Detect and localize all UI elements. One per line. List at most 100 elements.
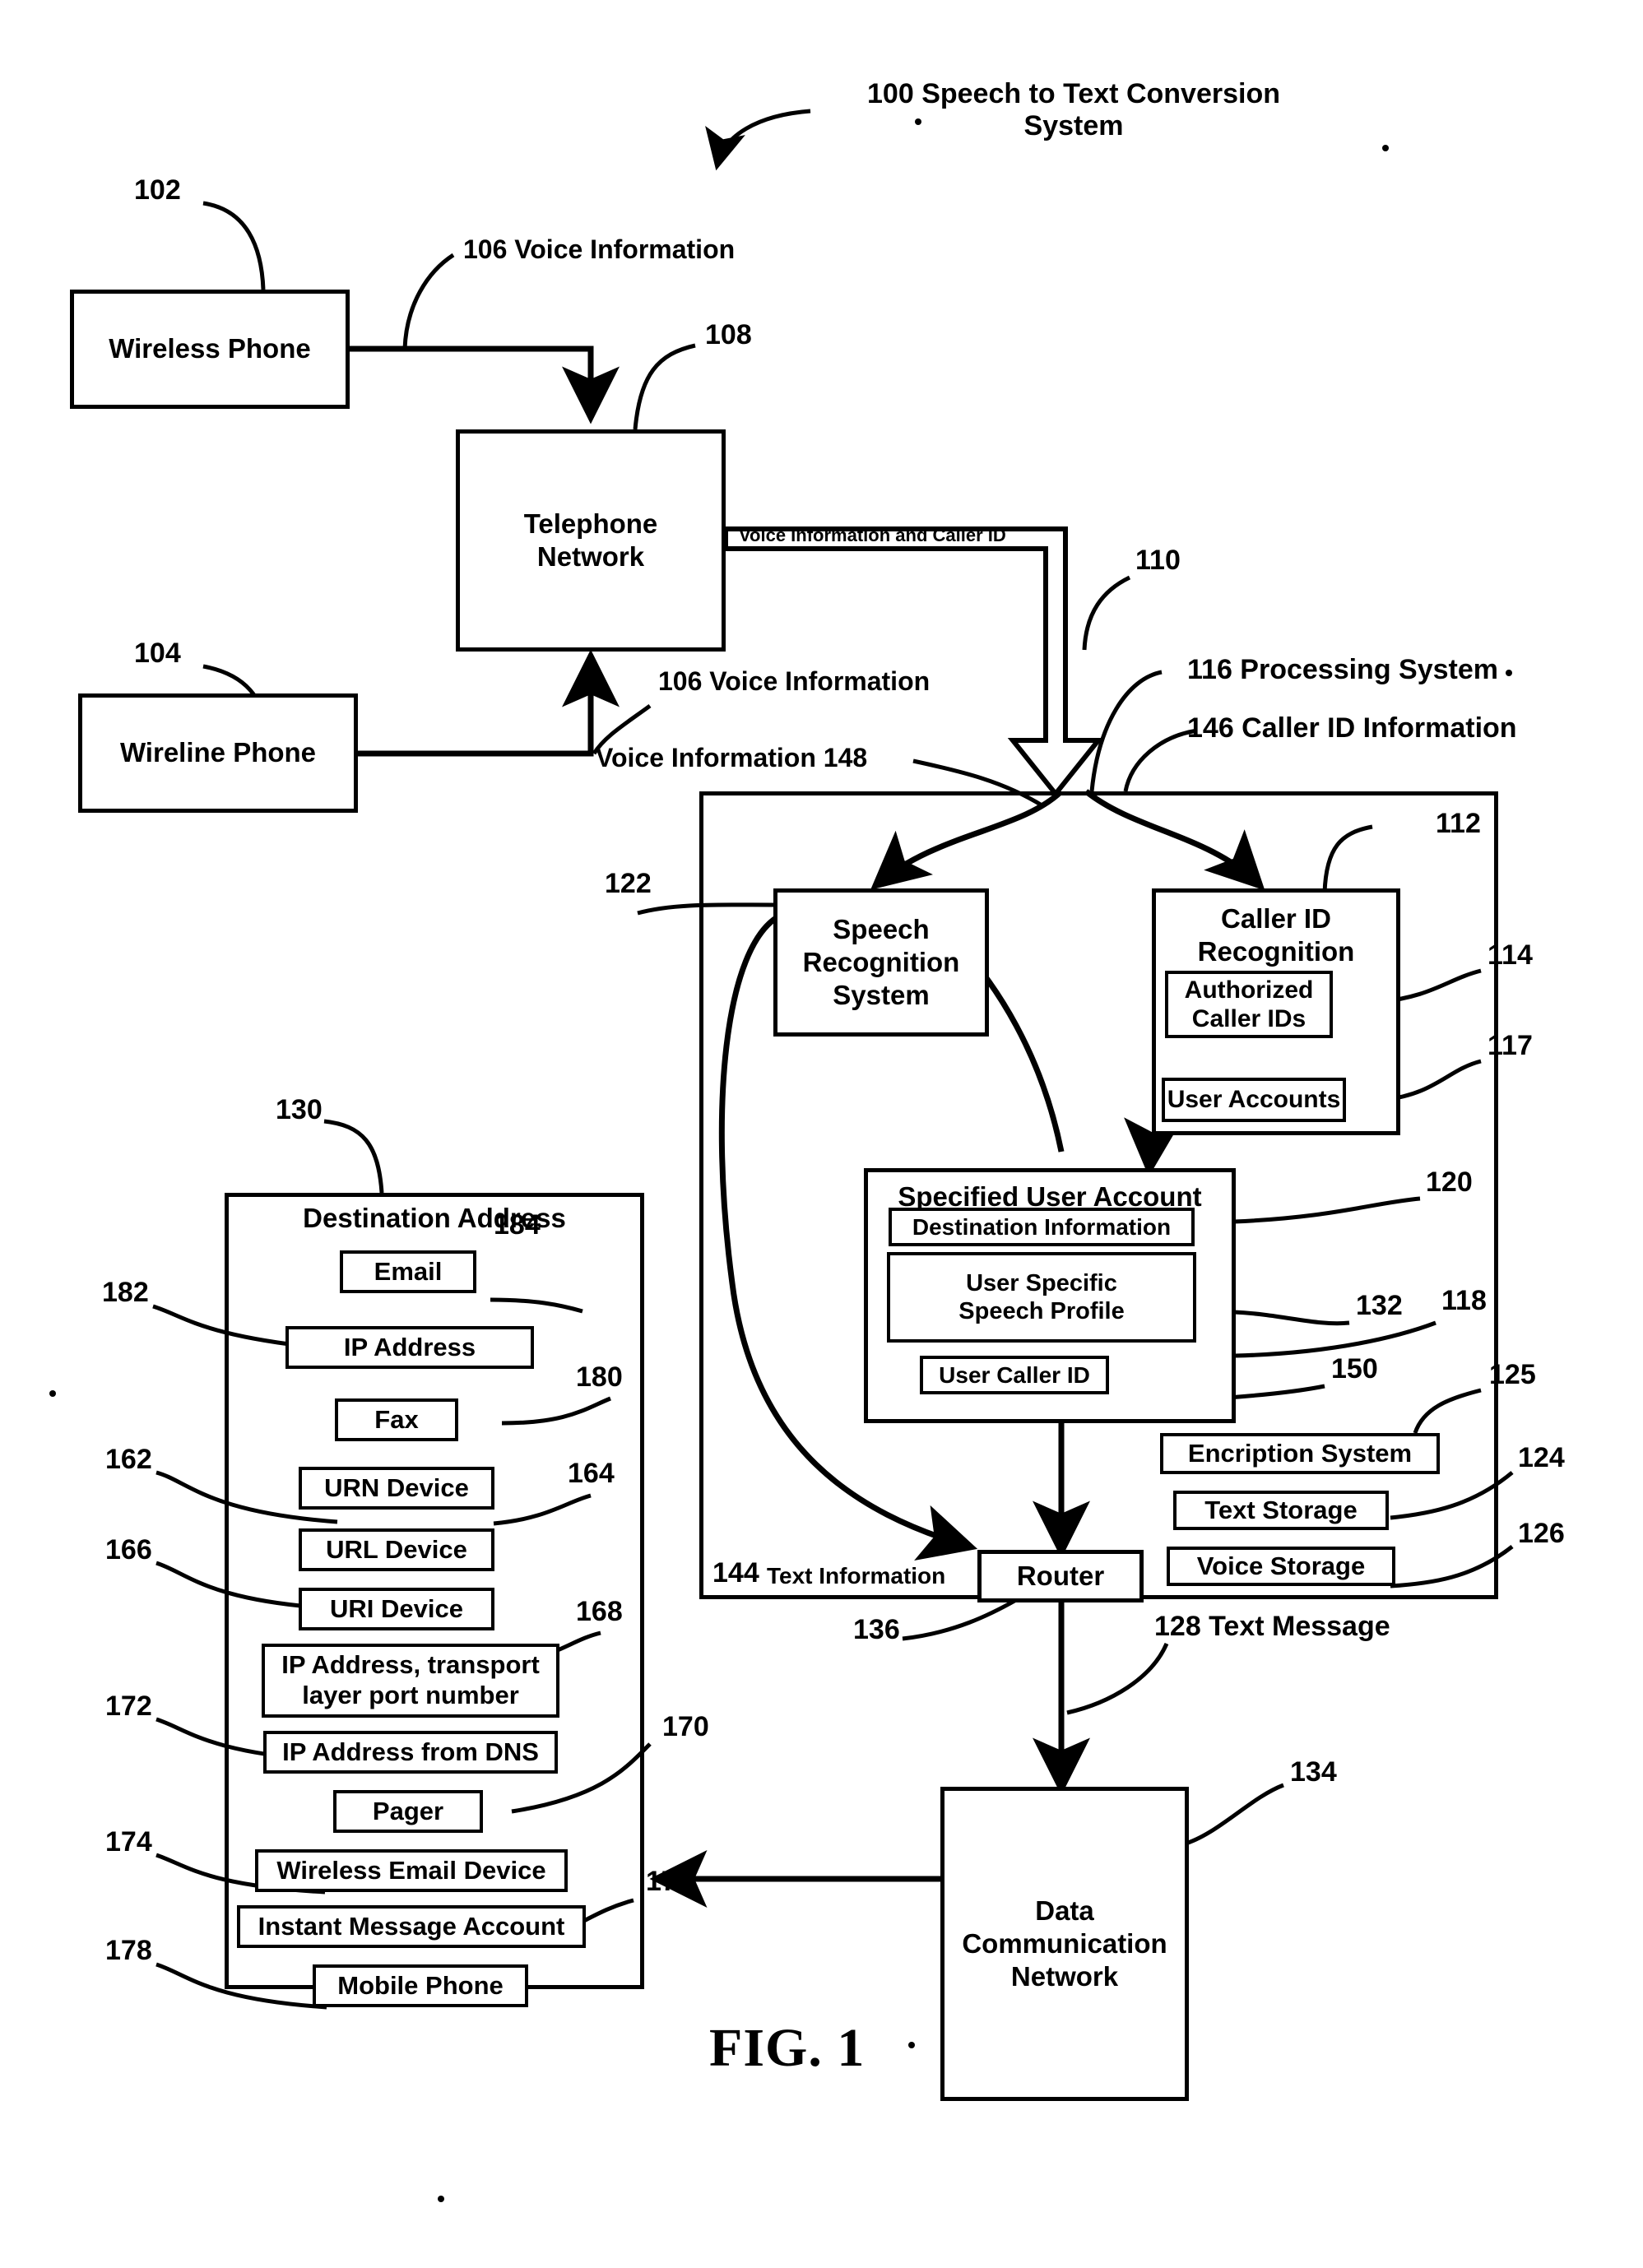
figure-title-line2: System xyxy=(1023,110,1124,141)
destination-item-mobile-phone[interactable]: Mobile Phone xyxy=(313,1964,528,2007)
ref-164: 164 xyxy=(568,1458,615,1489)
ref-170: 170 xyxy=(662,1711,709,1742)
wireline-phone-label: Wireline Phone xyxy=(119,737,317,768)
user-accounts-box[interactable]: User Accounts xyxy=(1162,1078,1346,1122)
ref-162: 162 xyxy=(105,1444,152,1475)
voice-storage-label: Voice Storage xyxy=(1196,1551,1366,1580)
destination-address-title: Destination Address xyxy=(303,1203,566,1233)
destination-item-email[interactable]: Email xyxy=(340,1250,476,1293)
destination-item-transport-line1: IP Address, transport xyxy=(281,1650,540,1680)
destination-item-ip-address-from-dns[interactable]: IP Address from DNS xyxy=(263,1731,558,1774)
caller-id-recognition-line1: Caller ID xyxy=(1221,903,1331,934)
text-storage-box[interactable]: Text Storage xyxy=(1173,1491,1389,1530)
destination-item-fax[interactable]: Fax xyxy=(335,1398,458,1441)
caller-id-recognition-line2: Recognition xyxy=(1197,936,1355,967)
user-accounts-label: User Accounts xyxy=(1167,1086,1341,1114)
ref-104: 104 xyxy=(134,638,181,669)
figure-title: 100 Speech to Text Conversion System xyxy=(819,78,1329,142)
destination-information-label: Destination Information xyxy=(912,1213,1172,1240)
label-voice-info-and-caller-id: Voice Information and Caller ID xyxy=(739,525,1006,545)
ref-184: 184 xyxy=(494,1209,541,1241)
wireless-phone-box[interactable]: Wireless Phone xyxy=(70,290,350,409)
ref-182: 182 xyxy=(102,1277,149,1308)
destination-item-ip-address-label: IP Address xyxy=(343,1332,476,1361)
destination-item-fax-label: Fax xyxy=(374,1404,419,1434)
ref-117: 117 xyxy=(1488,1030,1533,1061)
ref-126: 126 xyxy=(1518,1518,1565,1549)
speech-recognition-line3: System xyxy=(833,980,930,1011)
data-communication-network-line2: Communication xyxy=(962,1927,1167,1959)
label-processing-system-116: 116 Processing System xyxy=(1187,654,1499,685)
patent-figure-page: 100 Speech to Text Conversion System 102… xyxy=(0,0,1643,2268)
destination-item-ip-dns-label: IP Address from DNS xyxy=(282,1737,539,1766)
speech-recognition-line2: Recognition xyxy=(802,946,960,977)
user-specific-speech-profile-line2: Speech Profile xyxy=(958,1298,1125,1324)
ref-166: 166 xyxy=(105,1534,152,1565)
ref-132: 132 xyxy=(1356,1290,1403,1321)
telephone-network-line1: Telephone xyxy=(523,508,658,539)
telephone-network-line2: Network xyxy=(536,541,645,572)
destination-item-pager[interactable]: Pager xyxy=(333,1790,483,1833)
ref-180: 180 xyxy=(576,1361,623,1393)
ref-120: 120 xyxy=(1426,1166,1473,1198)
destination-item-urn-device-label: URN Device xyxy=(324,1473,469,1502)
wireline-phone-box[interactable]: Wireline Phone xyxy=(78,693,358,813)
ref-130: 130 xyxy=(276,1094,323,1125)
data-communication-network-box[interactable]: Data Communication Network xyxy=(940,1787,1189,2101)
ref-178: 178 xyxy=(105,1935,152,1966)
destination-item-pager-label: Pager xyxy=(372,1796,444,1825)
speech-recognition-line1: Speech xyxy=(833,913,930,944)
label-text-message-128: 128 Text Message xyxy=(1154,1611,1390,1642)
encription-system-box[interactable]: Encription System xyxy=(1160,1433,1440,1474)
destination-item-transport-line2: layer port number xyxy=(302,1681,519,1709)
router-label: Router xyxy=(1016,1560,1105,1591)
label-voice-information-wireline: 106 Voice Information xyxy=(658,666,931,696)
ref-110: 110 xyxy=(1135,545,1181,576)
destination-item-instant-message-account[interactable]: Instant Message Account xyxy=(237,1905,586,1948)
wireless-phone-label: Wireless Phone xyxy=(109,333,311,364)
label-voice-information-148: Voice Information 148 xyxy=(596,743,868,772)
figure-caption: FIG. 1 xyxy=(709,2018,866,2078)
ref-114: 114 xyxy=(1488,939,1533,971)
ref-102: 102 xyxy=(134,174,181,206)
destination-item-uri-device[interactable]: URI Device xyxy=(299,1588,494,1630)
destination-item-email-label: Email xyxy=(374,1256,443,1286)
label-voice-information-wireless: 106 Voice Information xyxy=(463,234,736,264)
ref-108: 108 xyxy=(705,319,752,350)
destination-item-url-device[interactable]: URL Device xyxy=(299,1528,494,1571)
user-specific-speech-profile-box[interactable]: User Specific Speech Profile xyxy=(887,1252,1196,1343)
data-communication-network-line3: Network xyxy=(1010,1961,1119,1992)
destination-item-wireless-email-label: Wireless Email Device xyxy=(276,1855,546,1885)
authorized-caller-ids-box[interactable]: Authorized Caller IDs xyxy=(1165,971,1333,1038)
ref-136: 136 xyxy=(853,1614,900,1645)
destination-item-urn-device[interactable]: URN Device xyxy=(299,1467,494,1510)
destination-item-wireless-email-device[interactable]: Wireless Email Device xyxy=(255,1849,568,1892)
ref-124: 124 xyxy=(1518,1442,1565,1473)
label-text-information-144: Text Information xyxy=(767,1563,946,1589)
figure-title-line1: 100 Speech to Text Conversion xyxy=(867,78,1280,109)
destination-information-box[interactable]: Destination Information xyxy=(889,1208,1195,1246)
destination-item-uri-device-label: URI Device xyxy=(330,1593,463,1623)
ref-174: 174 xyxy=(105,1826,152,1858)
user-caller-id-box[interactable]: User Caller ID xyxy=(920,1356,1109,1394)
destination-item-ip-address-transport-port[interactable]: IP Address, transport layer port number xyxy=(262,1644,559,1718)
ref-176: 176 xyxy=(646,1866,693,1897)
speech-recognition-system-box[interactable]: Speech Recognition System xyxy=(773,888,989,1037)
destination-item-url-device-label: URL Device xyxy=(326,1534,467,1564)
encription-system-label: Encription System xyxy=(1187,1438,1413,1468)
user-specific-speech-profile-line1: User Specific xyxy=(966,1269,1117,1296)
ref-125: 125 xyxy=(1489,1359,1536,1390)
authorized-caller-ids-line1: Authorized xyxy=(1184,976,1314,1004)
ref-134: 134 xyxy=(1290,1756,1337,1788)
router-box[interactable]: Router xyxy=(977,1550,1144,1602)
telephone-network-box[interactable]: Telephone Network xyxy=(456,429,726,652)
authorized-caller-ids-line2: Caller IDs xyxy=(1191,1005,1307,1032)
ref-150: 150 xyxy=(1331,1353,1378,1384)
destination-item-ip-address[interactable]: IP Address xyxy=(285,1326,534,1369)
ref-168: 168 xyxy=(576,1596,623,1627)
data-communication-network-line1: Data xyxy=(1035,1895,1094,1926)
user-caller-id-label: User Caller ID xyxy=(939,1361,1090,1388)
ref-122: 122 xyxy=(605,868,652,899)
voice-storage-box[interactable]: Voice Storage xyxy=(1167,1547,1395,1586)
ref-118: 118 xyxy=(1441,1285,1487,1316)
